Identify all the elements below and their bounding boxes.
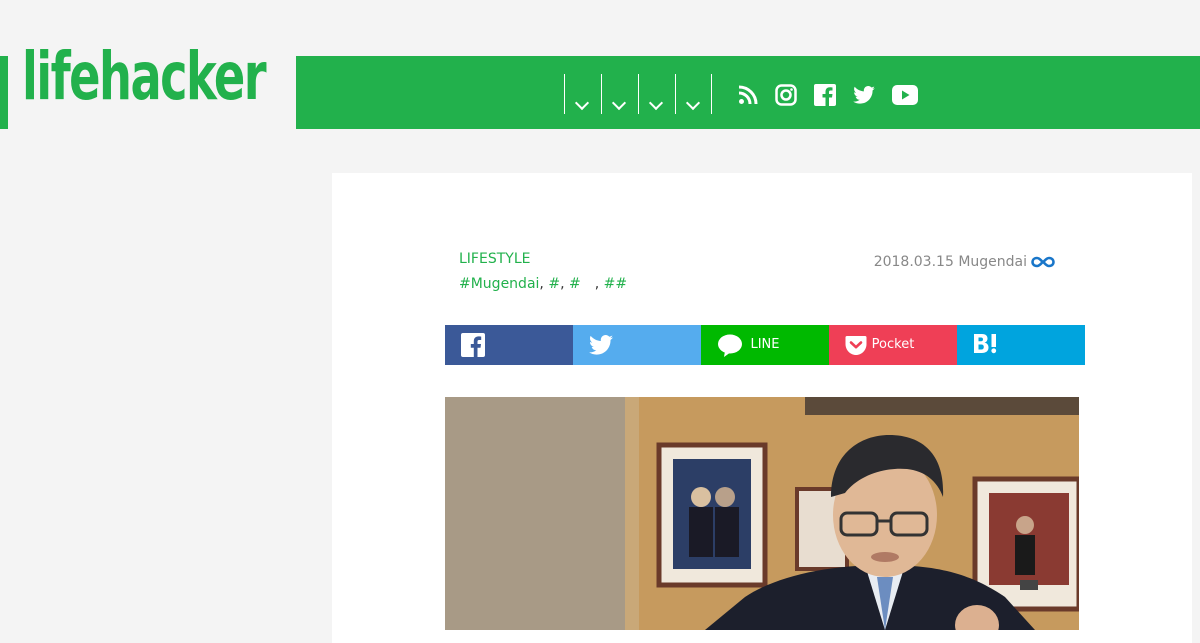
article-meta: 2018.03.15 Mugendai bbox=[874, 254, 1055, 270]
article-date: 2018.03.15 bbox=[873, 254, 954, 270]
tag-separator: , bbox=[560, 276, 569, 292]
infinity-icon bbox=[1031, 256, 1055, 268]
twitter-icon bbox=[589, 335, 613, 355]
article-hero-image bbox=[445, 397, 1079, 630]
site-logo[interactable]: lifehacker bbox=[22, 44, 267, 110]
facebook-icon[interactable] bbox=[814, 84, 836, 106]
twitter-icon[interactable] bbox=[853, 86, 875, 104]
share-facebook-button[interactable] bbox=[445, 325, 573, 365]
article-category[interactable]: LIFESTYLE bbox=[459, 251, 530, 267]
chevron-down-icon bbox=[574, 95, 590, 111]
share-hatena-button[interactable] bbox=[957, 325, 1085, 365]
share-line-label: LINE bbox=[750, 337, 780, 352]
tag-separator: , bbox=[580, 276, 604, 292]
social-links bbox=[738, 82, 935, 108]
nav-dropdown-4[interactable] bbox=[675, 74, 712, 114]
chevron-down-icon bbox=[685, 95, 701, 111]
share-bar: LINE Pocket bbox=[445, 325, 1085, 365]
tag-link[interactable]: # bbox=[615, 276, 627, 292]
share-pocket-label: Pocket bbox=[871, 337, 915, 352]
nav-dropdown-3[interactable] bbox=[638, 74, 675, 114]
nav-dropdown-1[interactable] bbox=[564, 74, 601, 114]
tag-separator: , bbox=[539, 276, 549, 292]
tag-link[interactable]: # bbox=[548, 276, 560, 292]
nav-dropdown-2[interactable] bbox=[601, 74, 638, 114]
article-tags: #Mugendai, #, # , ## bbox=[459, 273, 627, 293]
chevron-down-icon bbox=[648, 95, 664, 111]
share-twitter-button[interactable] bbox=[573, 325, 701, 365]
chevron-down-icon bbox=[611, 95, 627, 111]
logo-accent-bar bbox=[0, 56, 8, 129]
hero-photo bbox=[445, 397, 1079, 630]
nav-dropdowns bbox=[564, 74, 712, 114]
share-line-button[interactable]: LINE bbox=[701, 325, 829, 365]
instagram-icon[interactable] bbox=[775, 84, 797, 106]
tag-link[interactable]: # bbox=[604, 276, 616, 292]
tag-link[interactable]: #Mugendai bbox=[459, 276, 539, 292]
tag-link[interactable]: # bbox=[569, 276, 581, 292]
youtube-icon[interactable] bbox=[892, 85, 918, 105]
facebook-icon bbox=[461, 333, 485, 357]
rss-icon[interactable] bbox=[738, 85, 758, 105]
hatena-bookmark-icon bbox=[974, 334, 997, 354]
article-source[interactable]: Mugendai bbox=[958, 254, 1027, 270]
share-pocket-button[interactable]: Pocket bbox=[829, 325, 957, 365]
